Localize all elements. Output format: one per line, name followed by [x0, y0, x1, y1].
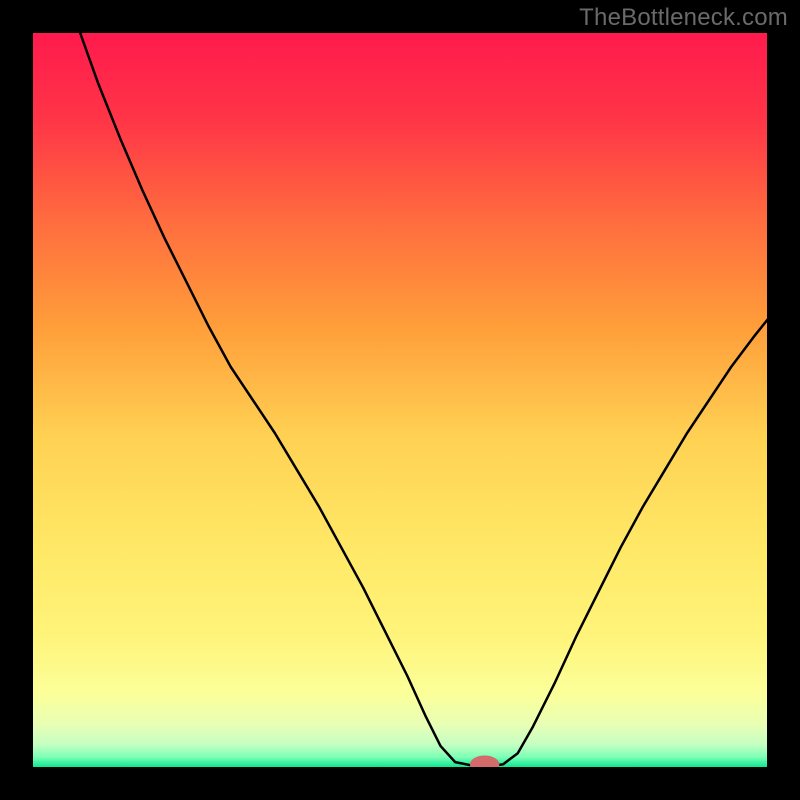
watermark-text: TheBottleneck.com	[579, 4, 788, 32]
chart-gradient-background	[32, 32, 768, 768]
bottleneck-chart	[0, 0, 800, 800]
chart-container: TheBottleneck.com	[0, 0, 800, 800]
